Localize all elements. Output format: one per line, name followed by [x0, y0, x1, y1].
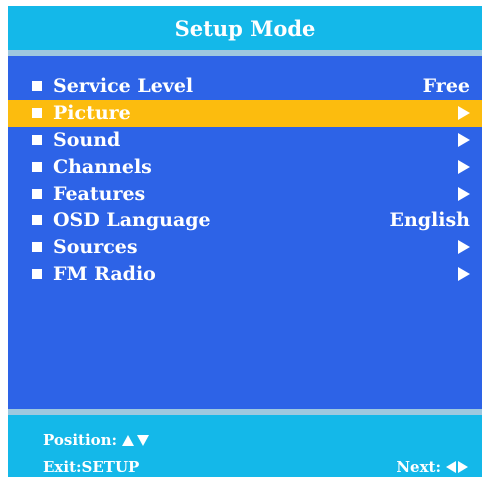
left-right-arrows-icon [446, 461, 468, 473]
menu-item-features[interactable]: Features [8, 180, 482, 207]
page-title: Setup Mode [174, 15, 316, 41]
menu-item-value: Free [422, 75, 470, 98]
menu-item-label: Channels [53, 155, 152, 178]
bullet-icon [32, 188, 42, 199]
right-arrow-icon [458, 186, 470, 201]
right-arrow-icon [458, 106, 470, 121]
right-arrow-icon [458, 461, 468, 473]
menu-item-sound[interactable]: Sound [8, 127, 482, 154]
left-arrow-icon [446, 461, 456, 473]
menu-item-picture[interactable]: Picture [8, 99, 482, 127]
right-arrow-icon [458, 159, 470, 174]
title-bar: Setup Mode [8, 6, 482, 56]
menu-item-fm-radio[interactable]: FM Radio [8, 261, 482, 288]
menu-item-label: Sound [53, 128, 121, 151]
next-hint: Next: [396, 458, 468, 476]
next-label: Next: [396, 458, 441, 476]
menu-area: Service Level Free Picture Sound Channel… [8, 56, 482, 409]
menu-item-service-level[interactable]: Service Level Free [8, 73, 482, 100]
bullet-icon [32, 81, 42, 92]
exit-label: Exit:SETUP [43, 458, 140, 476]
up-arrow-icon [122, 434, 135, 446]
menu-item-osd-language[interactable]: OSD Language English [8, 207, 482, 234]
setup-osd-window: Setup Mode Service Level Free Picture So… [8, 6, 482, 477]
menu-item-sources[interactable]: Sources [8, 234, 482, 261]
bullet-icon [32, 108, 42, 119]
menu-item-channels[interactable]: Channels [8, 153, 482, 180]
position-hint: Position: [43, 431, 150, 449]
bullet-icon [32, 215, 42, 226]
up-down-arrows-icon [122, 434, 150, 446]
menu-item-label: Service Level [53, 75, 194, 98]
bullet-icon [32, 268, 42, 279]
right-arrow-icon [458, 132, 470, 147]
right-arrow-icon [458, 266, 470, 281]
position-label: Position: [43, 431, 118, 449]
menu-item-label: FM Radio [53, 262, 156, 285]
menu-item-label: Features [53, 182, 146, 205]
down-arrow-icon [137, 434, 150, 446]
bullet-icon [32, 242, 42, 253]
menu-item-label: Sources [53, 236, 138, 259]
menu-list: Service Level Free Picture Sound Channel… [8, 73, 482, 287]
right-arrow-icon [458, 240, 470, 255]
bullet-icon [32, 134, 42, 145]
bullet-icon [32, 161, 42, 172]
menu-item-label: Picture [53, 102, 131, 125]
menu-item-label: OSD Language [53, 209, 211, 232]
footer-bar: Position: Exit:SETUP Next: [8, 409, 482, 477]
exit-hint: Exit:SETUP [43, 458, 139, 476]
menu-item-value: English [389, 209, 470, 232]
